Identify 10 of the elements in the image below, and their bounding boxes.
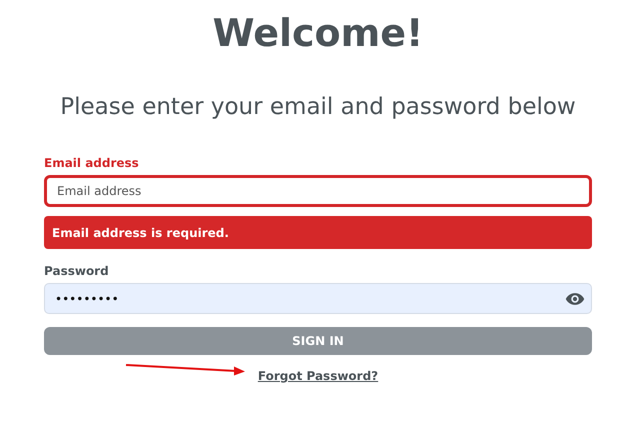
password-value: ••••••••• [55, 292, 120, 306]
forgot-password-link[interactable]: Forgot Password? [258, 369, 378, 383]
eye-icon[interactable] [565, 292, 585, 306]
instruction-heading: Please enter your email and password below [60, 93, 576, 122]
password-label: Password [44, 264, 109, 278]
welcome-heading: Welcome! [212, 10, 424, 56]
password-field[interactable]: ••••••••• [44, 283, 592, 314]
error-message: Email address is required. [44, 216, 592, 249]
email-label: Email address [44, 156, 139, 170]
email-field[interactable]: Email address [44, 175, 592, 207]
